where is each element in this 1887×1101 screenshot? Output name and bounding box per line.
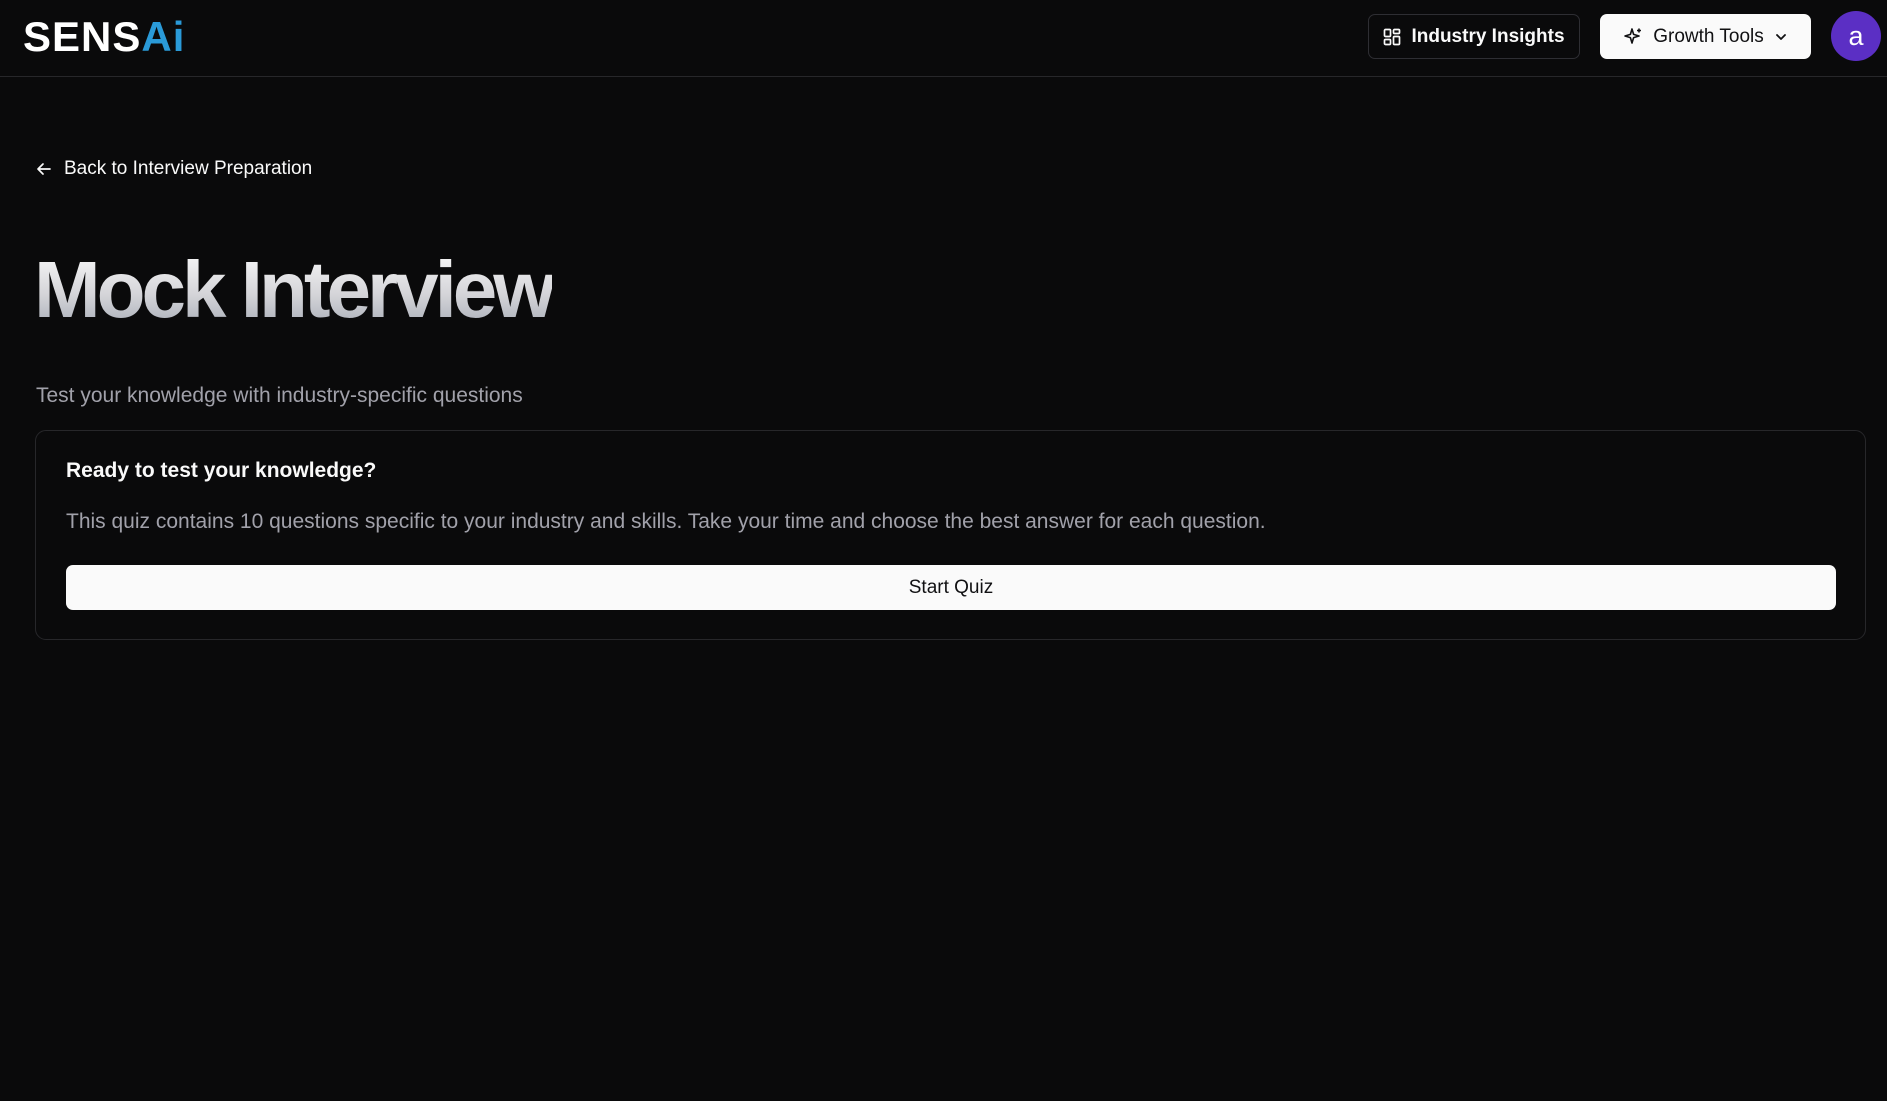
growth-tools-label: Growth Tools (1653, 25, 1764, 47)
chevron-down-icon (1774, 30, 1788, 44)
back-link-label: Back to Interview Preparation (64, 158, 313, 179)
sensai-logo[interactable]: SENS Ai (23, 13, 185, 61)
page-subtitle: Test your knowledge with industry-specif… (36, 384, 523, 407)
logo-text-accent: Ai (141, 13, 186, 60)
industry-insights-button[interactable]: Industry Insights (1368, 14, 1580, 59)
avatar-initial: a (1848, 20, 1864, 51)
page-title: Mock Interview (34, 242, 556, 338)
growth-tools-dropdown-button[interactable]: Growth Tools (1600, 14, 1811, 59)
layout-dashboard-icon (1383, 28, 1401, 46)
top-header: SENS Ai Industry Insights Growth Tools a (0, 0, 1887, 77)
quiz-card-title: Ready to test your knowledge? (66, 459, 377, 482)
quiz-card-description: This quiz contains 10 questions specific… (66, 510, 1266, 533)
start-quiz-button[interactable]: Start Quiz (66, 565, 1836, 610)
arrow-left-icon (36, 161, 52, 177)
quiz-intro-card: Ready to test your knowledge? This quiz … (35, 430, 1866, 640)
industry-insights-label: Industry Insights (1411, 25, 1565, 47)
logo-text-primary: SENS (23, 13, 142, 60)
sparkles-icon (1623, 27, 1643, 47)
back-to-interview-preparation-link[interactable]: Back to Interview Preparation (36, 156, 312, 182)
user-avatar[interactable]: a (1831, 11, 1881, 61)
start-quiz-label: Start Quiz (908, 576, 994, 598)
